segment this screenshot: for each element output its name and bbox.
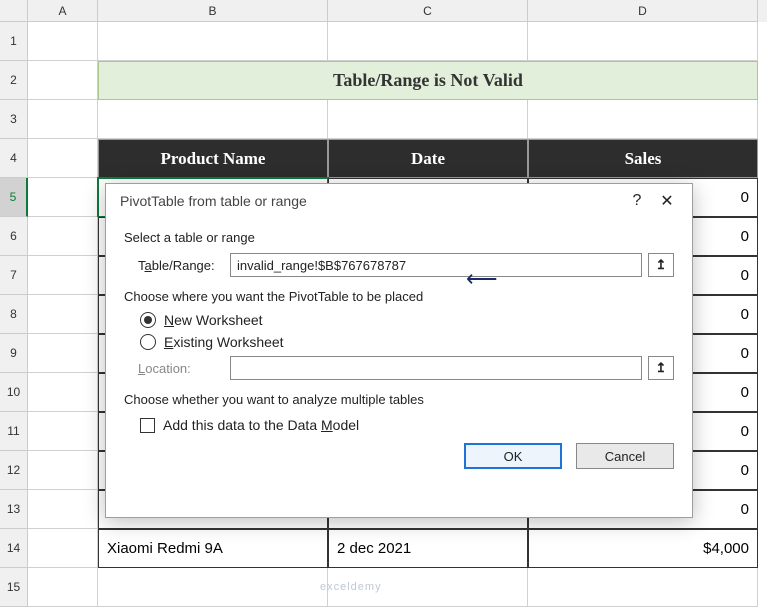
checkbox-data-model[interactable]: Add this data to the Data Model xyxy=(140,417,674,433)
dialog-titlebar[interactable]: PivotTable from table or range ? ✕ xyxy=(106,184,692,218)
cell[interactable] xyxy=(28,490,98,529)
close-icon[interactable]: ✕ xyxy=(652,191,682,211)
cell[interactable] xyxy=(28,22,98,61)
col-header-b[interactable]: B xyxy=(98,0,328,22)
radio-existing-worksheet[interactable]: Existing Worksheet xyxy=(140,334,674,350)
row-header[interactable]: 3 xyxy=(0,100,28,139)
cell-date[interactable]: 2 dec 2021 xyxy=(328,529,528,568)
cell-sales[interactable]: $4,000 xyxy=(528,529,758,568)
checkbox-icon xyxy=(140,418,155,433)
cell[interactable] xyxy=(28,100,98,139)
row-header[interactable]: 13 xyxy=(0,490,28,529)
select-all-corner[interactable] xyxy=(0,0,28,22)
dialog-title-text: PivotTable from table or range xyxy=(120,193,307,209)
row-headers: 1 2 3 4 5 6 7 8 9 10 11 12 13 14 15 xyxy=(0,22,28,607)
cell[interactable] xyxy=(328,22,528,61)
collapse-icon: ↥ xyxy=(656,360,667,376)
cell[interactable] xyxy=(28,256,98,295)
radio-label: New Worksheet xyxy=(164,312,263,328)
cell[interactable] xyxy=(28,217,98,256)
checkbox-label: Add this data to the Data Model xyxy=(163,417,359,433)
cell[interactable] xyxy=(28,139,98,178)
section-analyze: Choose whether you want to analyze multi… xyxy=(124,392,674,407)
range-label: Table/Range: xyxy=(138,258,230,273)
help-icon[interactable]: ? xyxy=(622,192,652,210)
cell[interactable] xyxy=(528,568,758,607)
location-picker-button[interactable]: ↥ xyxy=(648,356,674,380)
watermark-text: exceldemy xyxy=(320,581,382,593)
range-input[interactable]: invalid_range!$B$767678787 xyxy=(230,253,642,277)
row-header[interactable]: 9 xyxy=(0,334,28,373)
cell[interactable] xyxy=(328,100,528,139)
row-header[interactable]: 10 xyxy=(0,373,28,412)
location-label: Location: xyxy=(138,361,230,376)
header-sales[interactable]: Sales xyxy=(528,139,758,178)
pivottable-dialog: PivotTable from table or range ? ✕ Selec… xyxy=(105,183,693,518)
cell[interactable] xyxy=(28,61,98,100)
cell[interactable] xyxy=(528,100,758,139)
section-select-range: Select a table or range xyxy=(124,230,674,245)
row-header[interactable]: 1 xyxy=(0,22,28,61)
cell[interactable] xyxy=(28,373,98,412)
radio-icon xyxy=(140,312,156,328)
radio-icon xyxy=(140,334,156,350)
row-header[interactable]: 2 xyxy=(0,61,28,100)
cell[interactable] xyxy=(28,334,98,373)
cell[interactable] xyxy=(98,100,328,139)
radio-new-worksheet[interactable]: New Worksheet xyxy=(140,312,674,328)
cell[interactable] xyxy=(98,568,328,607)
cell[interactable] xyxy=(98,22,328,61)
row-header[interactable]: 15 xyxy=(0,568,28,607)
ok-button[interactable]: OK xyxy=(464,443,562,469)
col-header-a[interactable]: A xyxy=(28,0,98,22)
row-header[interactable]: 4 xyxy=(0,139,28,178)
header-date[interactable]: Date xyxy=(328,139,528,178)
row-header-selected[interactable]: 5 xyxy=(0,178,28,217)
section-placement: Choose where you want the PivotTable to … xyxy=(124,289,674,304)
row-header[interactable]: 11 xyxy=(0,412,28,451)
cell[interactable] xyxy=(28,295,98,334)
cell[interactable] xyxy=(28,412,98,451)
col-header-d[interactable]: D xyxy=(528,0,758,22)
location-input[interactable] xyxy=(230,356,642,380)
row-header[interactable]: 6 xyxy=(0,217,28,256)
row-header[interactable]: 12 xyxy=(0,451,28,490)
column-headers: A B C D xyxy=(0,0,767,22)
range-picker-button[interactable]: ↥ xyxy=(648,253,674,277)
title-band[interactable]: Table/Range is Not Valid xyxy=(98,61,758,100)
cancel-button[interactable]: Cancel xyxy=(576,443,674,469)
cell-product[interactable]: Xiaomi Redmi 9A xyxy=(98,529,328,568)
radio-label: Existing Worksheet xyxy=(164,334,284,350)
row-header[interactable]: 7 xyxy=(0,256,28,295)
col-header-c[interactable]: C xyxy=(328,0,528,22)
cell[interactable] xyxy=(28,568,98,607)
cell[interactable] xyxy=(28,529,98,568)
cell[interactable] xyxy=(28,178,98,217)
cell[interactable] xyxy=(528,22,758,61)
header-product[interactable]: Product Name xyxy=(98,139,328,178)
row-header[interactable]: 14 xyxy=(0,529,28,568)
collapse-icon: ↥ xyxy=(656,257,667,273)
row-header[interactable]: 8 xyxy=(0,295,28,334)
cell[interactable] xyxy=(28,451,98,490)
